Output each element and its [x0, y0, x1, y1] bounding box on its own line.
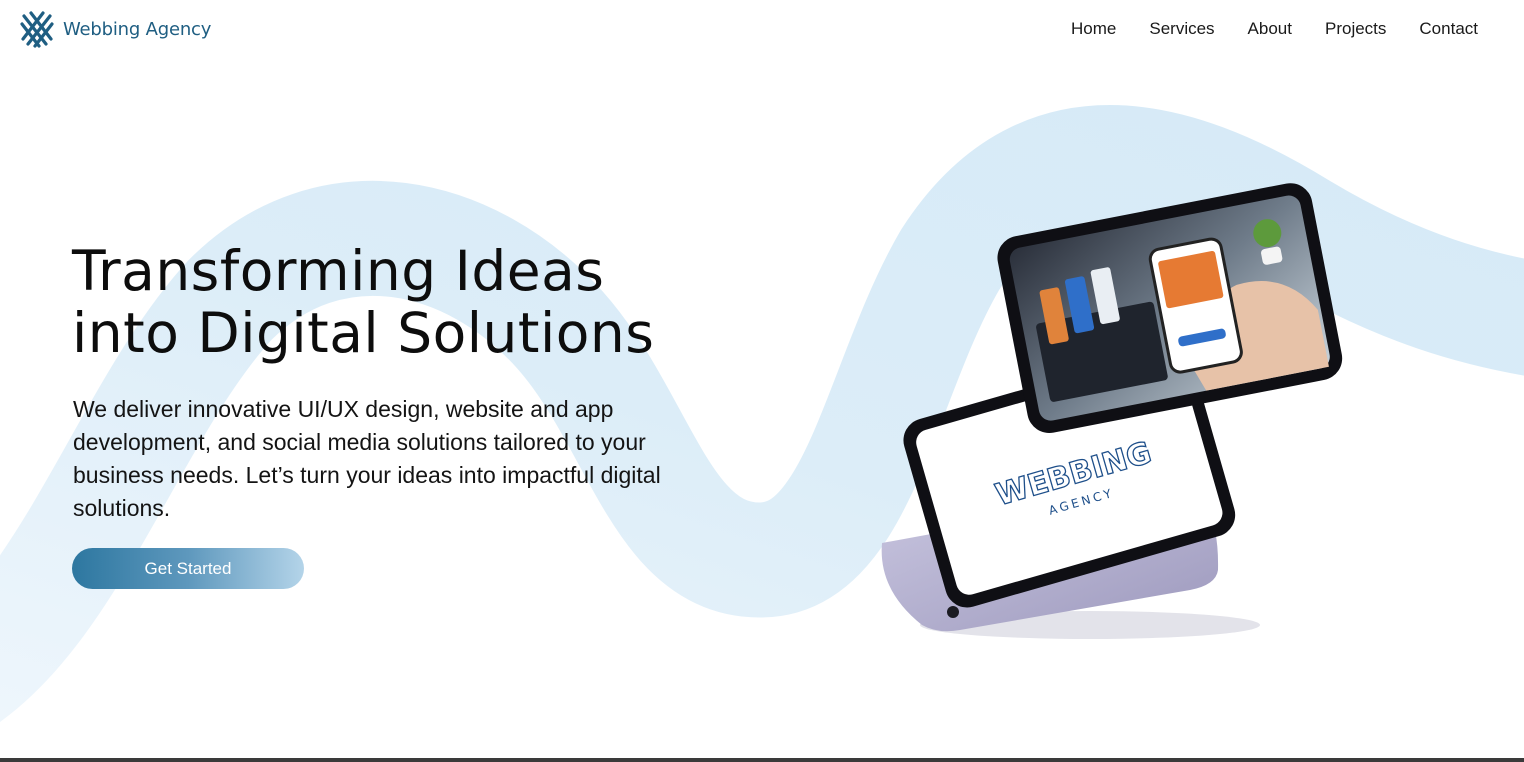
- page: Webbing Agency Home Services About Proje…: [0, 0, 1524, 762]
- get-started-button[interactable]: Get Started: [72, 548, 304, 589]
- nav-home[interactable]: Home: [1071, 19, 1116, 39]
- tablet-illustration: WEBBING AGENCY: [881, 183, 1343, 639]
- hero-title-line2: into Digital Solutions: [72, 301, 655, 365]
- webbing-logo-icon: [20, 11, 54, 48]
- hero-title-line1: Transforming Ideas: [72, 239, 605, 303]
- nav-services[interactable]: Services: [1149, 19, 1214, 39]
- site-header: Webbing Agency Home Services About Proje…: [0, 0, 1524, 58]
- nav-about[interactable]: About: [1248, 19, 1292, 39]
- main-nav: Home Services About Projects Contact: [1071, 19, 1478, 39]
- brand-link[interactable]: Webbing Agency: [20, 10, 211, 48]
- nav-projects[interactable]: Projects: [1325, 19, 1386, 39]
- bottom-divider: [0, 758, 1524, 762]
- hero-description: We deliver innovative UI/UX design, webs…: [73, 396, 661, 521]
- nav-contact[interactable]: Contact: [1419, 19, 1478, 39]
- hero-title: Transforming Ideas into Digital Solution…: [72, 240, 772, 364]
- brand-name: Webbing Agency: [63, 18, 212, 40]
